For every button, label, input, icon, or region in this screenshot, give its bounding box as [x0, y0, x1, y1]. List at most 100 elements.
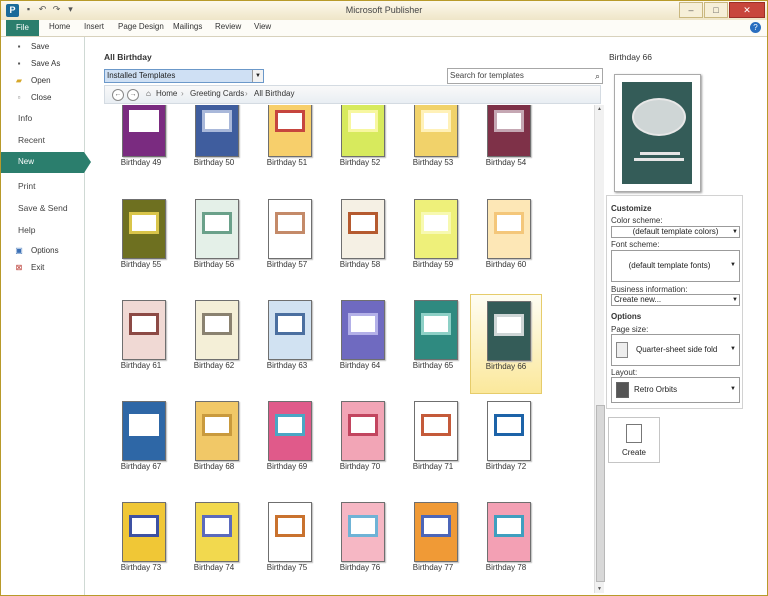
scrollbar-thumb[interactable]	[596, 405, 605, 582]
tab-view[interactable]: View	[254, 22, 271, 31]
business-info-select[interactable]: Create new... ▼	[611, 294, 740, 306]
template-item[interactable]: Birthday 65	[403, 298, 463, 390]
template-item[interactable]: Birthday 58	[330, 197, 390, 289]
template-name: Birthday 77	[412, 563, 454, 572]
scrollbar[interactable]: ▲ ▼	[594, 105, 605, 593]
template-thumbnail	[487, 199, 531, 259]
back-icon[interactable]: ←	[112, 89, 124, 101]
template-item[interactable]: Birthday 71	[403, 399, 463, 491]
maximize-button[interactable]: □	[704, 2, 728, 18]
template-name: Birthday 68	[193, 462, 235, 471]
template-thumbnail-art	[423, 112, 449, 130]
template-thumbnail	[268, 105, 312, 157]
tab-insert[interactable]: Insert	[84, 22, 104, 31]
template-item[interactable]: Birthday 74	[184, 500, 244, 592]
template-item[interactable]: Birthday 59	[403, 197, 463, 289]
tab-file[interactable]: File	[6, 20, 39, 36]
template-thumbnail-art	[496, 517, 522, 535]
minimize-button[interactable]: –	[679, 2, 703, 18]
template-item[interactable]: Birthday 72	[476, 399, 536, 491]
template-name: Birthday 56	[193, 260, 235, 269]
template-item[interactable]: Birthday 75	[257, 500, 317, 592]
scroll-down-icon[interactable]: ▼	[596, 586, 603, 592]
template-thumbnail-art	[350, 517, 376, 535]
template-item[interactable]: Birthday 64	[330, 298, 390, 390]
page-size-icon	[616, 342, 628, 358]
template-item[interactable]: Birthday 57	[257, 197, 317, 289]
search-icon[interactable]: ⌕	[595, 69, 600, 83]
tab-review[interactable]: Review	[215, 22, 241, 31]
options-icon: ▣	[15, 246, 23, 255]
tab-home[interactable]: Home	[49, 22, 70, 31]
layout-select[interactable]: Retro Orbits ▼	[611, 377, 740, 403]
template-name: Birthday 53	[412, 158, 454, 167]
breadcrumb-current[interactable]: All Birthday	[254, 89, 294, 98]
breadcrumb-greeting-cards[interactable]: Greeting Cards	[190, 89, 244, 98]
template-browser: All Birthday Installed Templates ▼ Searc…	[97, 47, 605, 595]
font-scheme-select[interactable]: (default template fonts) ▼	[611, 250, 740, 282]
template-name: Birthday 72	[485, 462, 527, 471]
page-size-label: Page size:	[611, 325, 649, 334]
template-thumbnail-art	[131, 517, 157, 535]
template-item[interactable]: Birthday 51	[257, 105, 317, 187]
template-thumbnail-art	[131, 315, 157, 333]
template-thumbnail	[195, 502, 239, 562]
template-name: Birthday 54	[485, 158, 527, 167]
template-item[interactable]: Birthday 49	[111, 105, 171, 187]
breadcrumb-home[interactable]: Home	[156, 89, 177, 98]
template-grid: Birthday 49 Birthday 50 Birthday 51 Birthda…	[97, 105, 593, 595]
close-window-button[interactable]: ✕	[729, 2, 765, 18]
tab-mailings[interactable]: Mailings	[173, 22, 202, 31]
template-item[interactable]: Birthday 76	[330, 500, 390, 592]
template-item[interactable]: Birthday 68	[184, 399, 244, 491]
template-thumbnail-art	[204, 416, 230, 434]
template-item[interactable]: Birthday 66	[470, 294, 542, 394]
nav-new[interactable]: New	[1, 152, 91, 173]
create-button[interactable]: Create	[608, 417, 660, 463]
template-thumbnail-art	[350, 214, 376, 232]
template-item[interactable]: Birthday 70	[330, 399, 390, 491]
preview-card	[622, 82, 692, 184]
breadcrumb-separator: ›	[245, 89, 248, 98]
tab-page-design[interactable]: Page Design	[118, 22, 164, 31]
template-item[interactable]: Birthday 61	[111, 298, 171, 390]
template-item[interactable]: Birthday 56	[184, 197, 244, 289]
template-item[interactable]: Birthday 69	[257, 399, 317, 491]
template-thumbnail	[268, 502, 312, 562]
breadcrumb-separator: ›	[181, 89, 184, 98]
template-item[interactable]: Birthday 50	[184, 105, 244, 187]
customize-heading: Customize	[611, 204, 652, 213]
preview-clock-image	[632, 98, 686, 136]
forward-icon[interactable]: →	[127, 89, 139, 101]
template-thumbnail	[195, 199, 239, 259]
backstage-nav: ▪ Save ▪ Save As ▰ Open ▫ Close Info Recent …	[1, 37, 91, 595]
template-item[interactable]: Birthday 77	[403, 500, 463, 592]
template-thumbnail-art	[423, 416, 449, 434]
search-input[interactable]: Search for templates ⌕	[447, 68, 603, 84]
template-name: Birthday 58	[339, 260, 381, 269]
template-thumbnail-art	[496, 416, 522, 434]
template-thumbnail-art	[423, 214, 449, 232]
template-thumbnail-art	[204, 112, 230, 130]
template-name: Birthday 50	[193, 158, 235, 167]
template-item[interactable]: Birthday 54	[476, 105, 536, 187]
scroll-up-icon[interactable]: ▲	[596, 106, 603, 112]
template-thumbnail	[268, 300, 312, 360]
template-item[interactable]: Birthday 53	[403, 105, 463, 187]
template-item[interactable]: Birthday 55	[111, 197, 171, 289]
template-item[interactable]: Birthday 73	[111, 500, 171, 592]
chevron-down-icon[interactable]: ▼	[252, 70, 263, 82]
template-item[interactable]: Birthday 78	[476, 500, 536, 592]
template-source-dropdown[interactable]: Installed Templates ▼	[104, 69, 264, 83]
page-size-select[interactable]: Quarter-sheet side fold ▼	[611, 334, 740, 366]
color-scheme-select[interactable]: (default template colors) ▼	[611, 226, 740, 238]
chevron-down-icon: ▼	[730, 262, 736, 268]
business-info-label: Business information:	[611, 285, 688, 294]
template-item[interactable]: Birthday 67	[111, 399, 171, 491]
template-name: Birthday 55	[120, 260, 162, 269]
help-icon[interactable]: ?	[750, 22, 761, 33]
template-item[interactable]: Birthday 62	[184, 298, 244, 390]
template-item[interactable]: Birthday 52	[330, 105, 390, 187]
template-item[interactable]: Birthday 60	[476, 197, 536, 289]
template-item[interactable]: Birthday 63	[257, 298, 317, 390]
